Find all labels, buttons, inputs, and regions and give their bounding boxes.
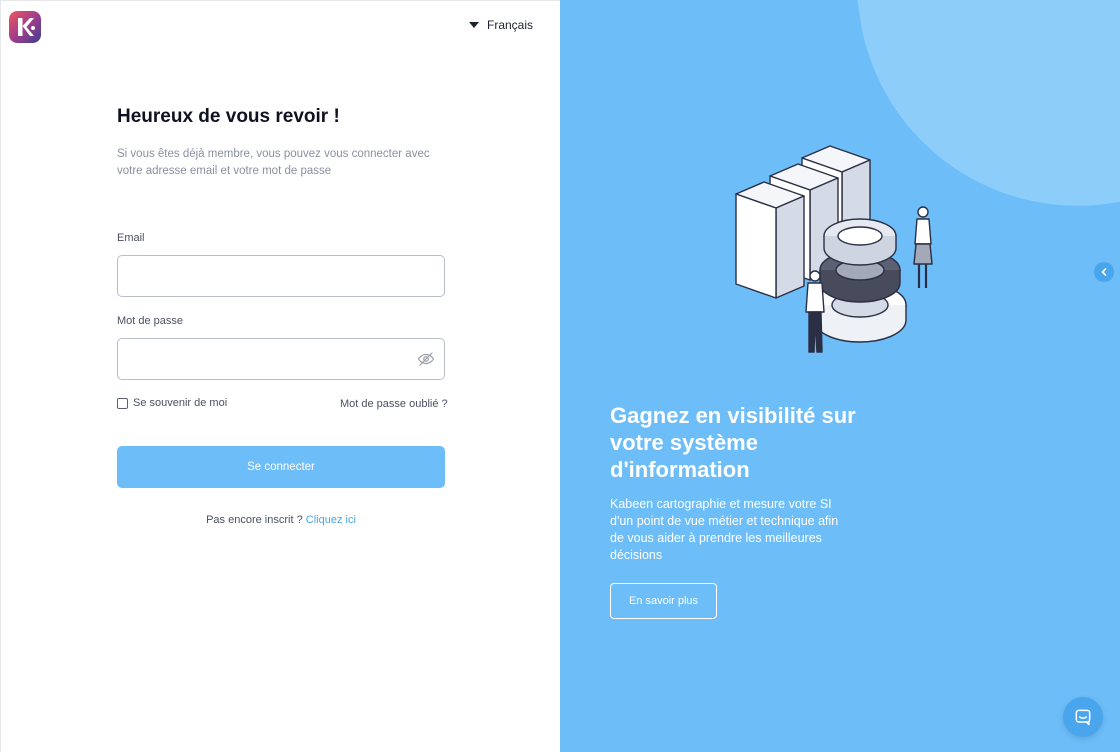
password-field[interactable] bbox=[117, 338, 445, 380]
language-selector[interactable]: Français bbox=[469, 18, 533, 32]
password-label: Mot de passe bbox=[117, 315, 184, 327]
email-label: Email bbox=[117, 232, 145, 244]
email-field[interactable] bbox=[117, 255, 445, 297]
forgot-password-link[interactable]: Mot de passe oublié ? bbox=[340, 398, 448, 410]
promo-panel: Gagnez en visibilité sur votre système d… bbox=[560, 0, 1120, 752]
promo-text: Kabeen cartographie et mesure votre SI d… bbox=[610, 497, 839, 562]
signup-prompt-text: Pas encore inscrit ? bbox=[206, 514, 303, 526]
remember-me-label: Se souvenir de moi bbox=[133, 397, 228, 409]
checkbox-box[interactable] bbox=[117, 397, 128, 409]
remember-me-checkbox[interactable]: Se souvenir de moi bbox=[117, 397, 227, 409]
login-button[interactable]: Se connecter bbox=[117, 446, 445, 488]
login-title: Heureux de vous revoir ! bbox=[117, 106, 340, 127]
learn-more-button[interactable]: En savoir plus bbox=[610, 583, 717, 619]
eye-slash-icon[interactable] bbox=[417, 350, 435, 368]
promo-title: Gagnez en visibilité sur votre système d… bbox=[610, 403, 856, 482]
language-label: Français bbox=[487, 18, 534, 32]
chat-icon[interactable] bbox=[1063, 697, 1103, 737]
kabeen-logo-icon[interactable] bbox=[9, 11, 41, 43]
login-subtitle: Si vous êtes déjà membre, vous pouvez vo… bbox=[117, 148, 430, 177]
signup-prompt: Pas encore inscrit ? Cliquez ici bbox=[1, 514, 561, 526]
login-panel: Français Heureux de vous revoir ! Si vou… bbox=[0, 0, 560, 752]
servers-illustration bbox=[735, 145, 933, 353]
chevron-left-icon[interactable] bbox=[1094, 262, 1114, 282]
signup-link[interactable]: Cliquez ici bbox=[306, 514, 356, 526]
caret-down-icon bbox=[469, 22, 479, 28]
